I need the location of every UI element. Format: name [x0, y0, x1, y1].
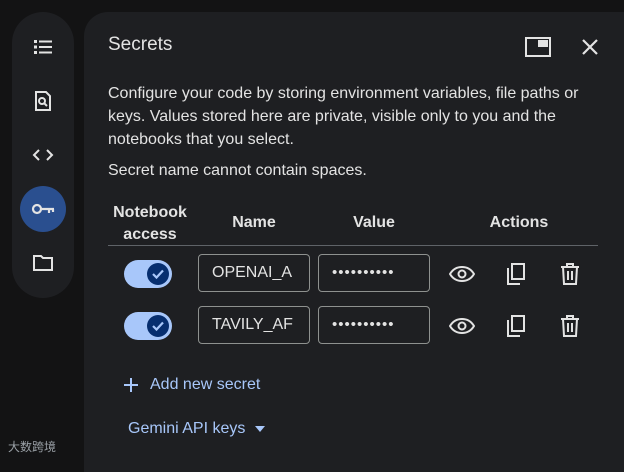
secrets-button[interactable]: [20, 186, 66, 232]
copy-icon: [505, 314, 527, 338]
show-value-button[interactable]: [448, 260, 476, 288]
naming-note: Secret name cannot contain spaces.: [108, 162, 367, 179]
watermark: 大数跨境: [8, 440, 57, 454]
column-header-actions: Actions: [489, 214, 549, 231]
caret-down-icon: [255, 426, 266, 432]
plus-icon: [124, 378, 138, 392]
table-row: TAVILY_AF ••••••••••: [84, 306, 624, 346]
secret-name-input[interactable]: OPENAI_A: [198, 254, 310, 292]
panel-title: Secrets: [108, 34, 173, 55]
window-icon: [525, 36, 551, 58]
gemini-api-keys-dropdown[interactable]: Gemini API keys: [128, 420, 266, 438]
side-rail: [12, 12, 74, 298]
gemini-api-keys-label: Gemini API keys: [128, 420, 246, 437]
notebook-access-toggle[interactable]: [124, 312, 172, 340]
eye-icon: [449, 317, 475, 335]
secret-value-input[interactable]: ••••••••••: [318, 254, 430, 292]
check-icon: [147, 315, 169, 337]
check-icon: [147, 263, 169, 285]
close-button[interactable]: [576, 34, 604, 60]
header-divider: [108, 245, 598, 246]
column-header-access: Notebook access: [102, 202, 198, 246]
close-icon: [580, 37, 600, 57]
panel-description: Configure your code by storing environme…: [108, 85, 579, 148]
copy-icon: [505, 262, 527, 286]
notebook-access-toggle[interactable]: [124, 260, 172, 288]
trash-icon: [560, 263, 580, 285]
search-doc-icon: [31, 89, 55, 113]
code-icon: [31, 143, 55, 167]
table-row: OPENAI_A ••••••••••: [84, 254, 624, 294]
add-new-secret-button[interactable]: Add new secret: [124, 376, 260, 394]
delete-button[interactable]: [556, 260, 584, 288]
copy-button[interactable]: [502, 260, 530, 288]
secret-name-input[interactable]: TAVILY_AF: [198, 306, 310, 344]
open-in-tab-button[interactable]: [524, 34, 552, 60]
delete-button[interactable]: [556, 312, 584, 340]
trash-icon: [560, 315, 580, 337]
eye-icon: [449, 265, 475, 283]
show-value-button[interactable]: [448, 312, 476, 340]
add-new-secret-label: Add new secret: [150, 376, 261, 393]
files-button[interactable]: [20, 240, 66, 286]
find-button[interactable]: [20, 78, 66, 124]
access-header-line1: Notebook: [113, 204, 187, 221]
code-snippets-button[interactable]: [20, 132, 66, 178]
access-header-line2: access: [123, 226, 177, 243]
list-icon: [31, 35, 55, 59]
key-icon: [30, 197, 56, 221]
folder-icon: [31, 251, 55, 275]
table-of-contents-button[interactable]: [20, 24, 66, 70]
secrets-panel: Secrets Configure your code by storing e…: [84, 12, 624, 472]
copy-button[interactable]: [502, 312, 530, 340]
column-header-name: Name: [232, 214, 276, 231]
column-header-value: Value: [353, 214, 395, 231]
secret-value-input[interactable]: ••••••••••: [318, 306, 430, 344]
